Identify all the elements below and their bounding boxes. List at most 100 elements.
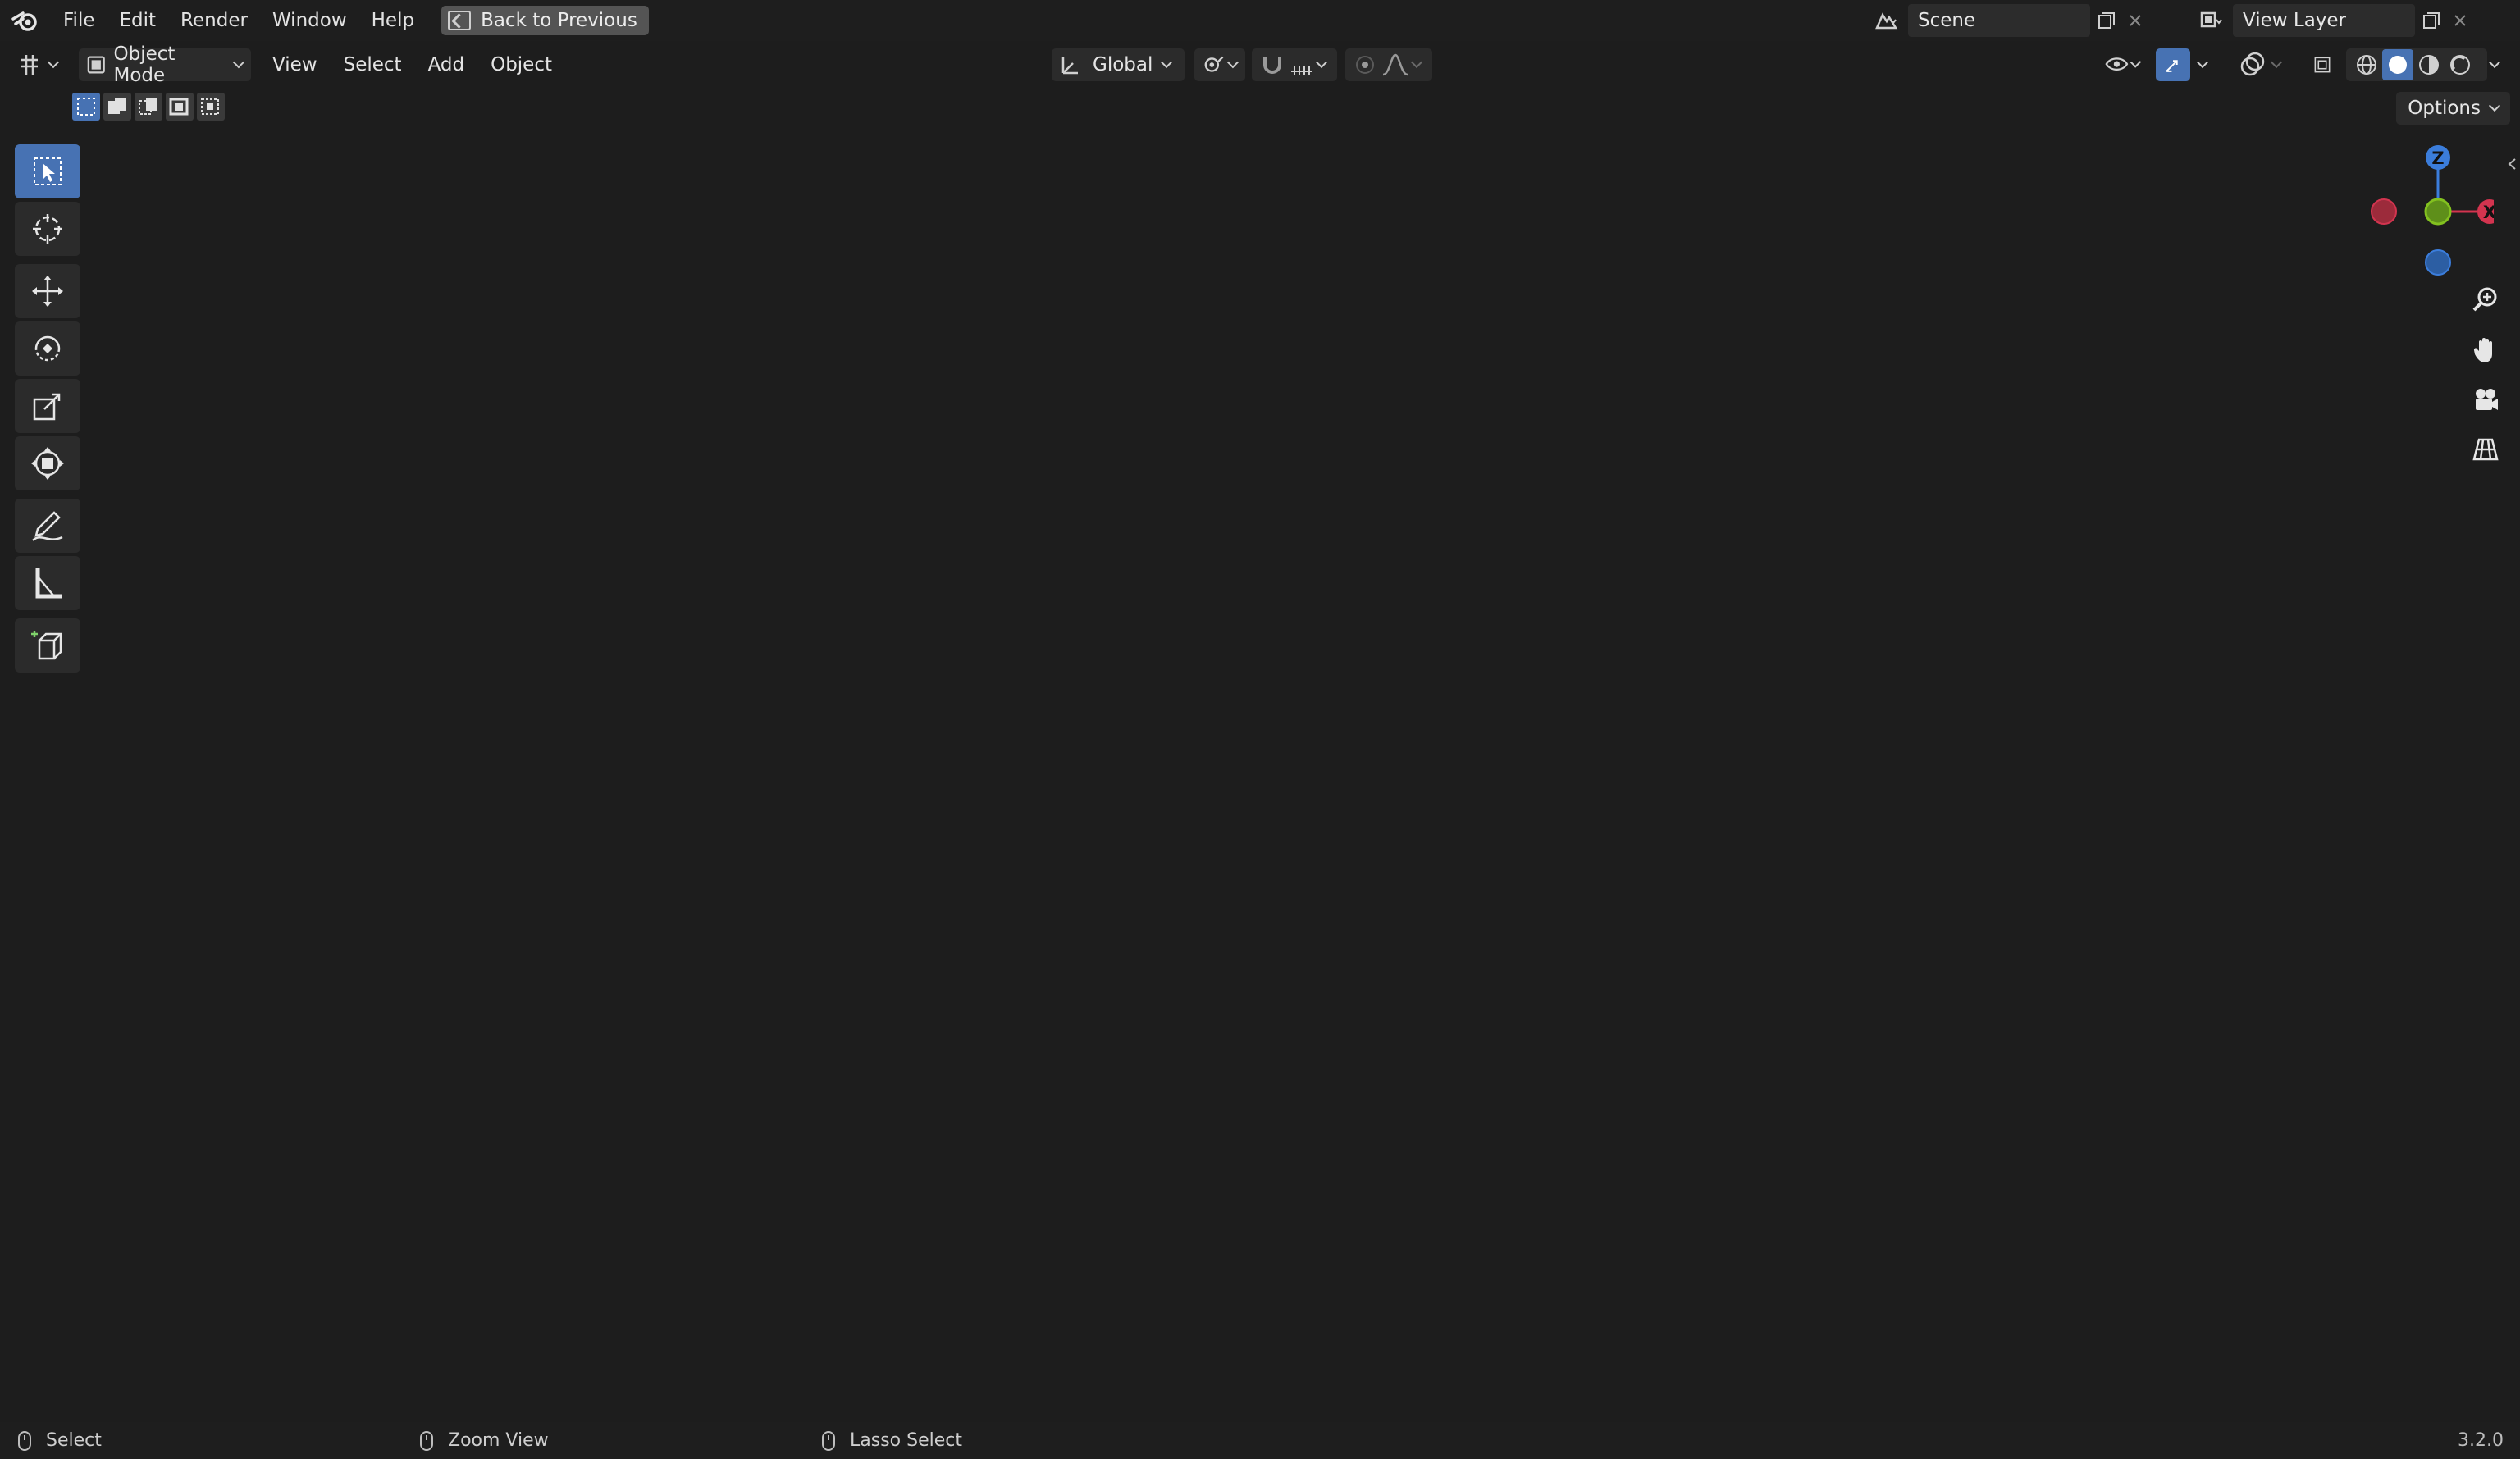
proportional-editing-controls[interactable]	[1345, 48, 1432, 81]
options-dropdown[interactable]: Options	[2396, 92, 2510, 125]
overlays-toggle[interactable]	[2231, 48, 2289, 81]
view-layer-name-field[interactable]: View Layer	[2233, 4, 2415, 37]
menu-window[interactable]: Window	[260, 0, 359, 41]
camera-view-button[interactable]	[2466, 381, 2505, 420]
chevron-down-icon	[1227, 57, 1239, 68]
top-menu-bar: File Edit Render Window Help Back to Pre…	[0, 0, 2520, 41]
select-invert-button[interactable]	[166, 93, 194, 121]
tool-move[interactable]	[15, 264, 80, 318]
gizmo-y-axis[interactable]	[2424, 198, 2452, 226]
status-zoom-label: Zoom View	[448, 1430, 549, 1451]
mouse-left-icon	[18, 1430, 31, 1451]
new-view-layer-icon[interactable]	[2415, 4, 2448, 37]
back-to-previous-button[interactable]: Back to Previous	[441, 6, 649, 35]
object-mode-label: Object Mode	[113, 43, 176, 86]
chevron-down-icon	[47, 56, 60, 69]
add-cube-icon	[31, 631, 62, 660]
chevron-down-icon	[2196, 56, 2209, 69]
camera-icon	[2476, 389, 2498, 410]
tool-cursor[interactable]	[15, 202, 80, 256]
3d-viewport-editor-icon	[21, 55, 38, 75]
xray-toggle[interactable]	[2305, 48, 2340, 81]
select-new-button[interactable]	[72, 93, 100, 121]
tool-add-cube[interactable]	[15, 618, 80, 673]
gizmo-neg-x-axis[interactable]	[2371, 198, 2397, 225]
eye-icon	[2105, 57, 2129, 71]
back-icon	[448, 11, 472, 30]
material-preview-icon	[2419, 55, 2439, 75]
menu-object[interactable]: Object	[482, 48, 560, 81]
solid-shading-button[interactable]	[2382, 49, 2413, 80]
chevron-down-icon	[1410, 56, 1423, 69]
blender-logo-icon[interactable]	[0, 0, 51, 41]
falloff-curve-icon	[1382, 53, 1408, 76]
new-scene-icon[interactable]	[2090, 4, 2123, 37]
delete-view-layer-icon[interactable]	[2448, 4, 2472, 37]
view-layer-name: View Layer	[2243, 10, 2347, 31]
gizmo-dropdown[interactable]	[2190, 48, 2218, 81]
menu-render[interactable]: Render	[168, 0, 260, 41]
menu-view[interactable]: View	[264, 48, 326, 81]
select-intersect-button[interactable]	[197, 93, 225, 121]
menu-edit[interactable]: Edit	[107, 0, 169, 41]
menu-add[interactable]: Add	[420, 48, 473, 81]
snapping-controls[interactable]	[1252, 48, 1337, 81]
3d-viewport[interactable]	[0, 44, 2520, 1422]
viewport-header: Object Mode View Select Add Object Globa…	[0, 43, 2520, 86]
proportional-editing-icon	[1356, 56, 1374, 74]
sidebar-toggle-icon[interactable]	[2507, 157, 2517, 171]
select-subtract-button[interactable]	[135, 93, 162, 121]
selectability-visibility-dropdown[interactable]	[2097, 48, 2148, 81]
chevron-down-icon	[2488, 56, 2501, 69]
chevron-down-icon	[2130, 57, 2142, 68]
view-layer-browse-icon[interactable]	[2195, 4, 2228, 37]
xray-icon	[2314, 57, 2331, 73]
zoom-magnifier-icon	[2472, 287, 2497, 312]
measure-ruler-icon	[35, 568, 62, 599]
transform-orientation-dropdown[interactable]: Global	[1052, 48, 1185, 81]
scene-browse-icon[interactable]	[1870, 4, 1903, 37]
scene-name-field[interactable]: Scene	[1908, 4, 2090, 37]
tool-measure[interactable]	[15, 556, 80, 610]
pan-view-button[interactable]	[2466, 330, 2505, 369]
menu-file[interactable]: File	[51, 0, 107, 41]
scale-icon	[33, 393, 61, 421]
tool-scale[interactable]	[15, 379, 80, 433]
gizmo-neg-z-axis[interactable]	[2425, 249, 2451, 276]
rendered-shading-button[interactable]	[2445, 49, 2476, 80]
scene-render	[0, 44, 2520, 1422]
scene-selector: Scene	[1870, 4, 2148, 37]
zoom-view-button[interactable]	[2466, 280, 2505, 320]
show-gizmo-toggle[interactable]	[2156, 48, 2190, 81]
wireframe-shading-button[interactable]	[2351, 49, 2382, 80]
teddy-bear-model[interactable]	[956, 422, 1378, 1240]
pivot-point-dropdown[interactable]	[1194, 48, 1245, 81]
object-mode-dropdown[interactable]: Object Mode	[79, 43, 251, 86]
mouse-right-icon	[822, 1430, 835, 1451]
rotate-icon	[34, 335, 61, 362]
scene-name: Scene	[1918, 10, 1976, 31]
material-preview-button[interactable]	[2413, 49, 2445, 80]
select-extend-button[interactable]	[103, 93, 131, 121]
status-select-label: Select	[46, 1430, 102, 1451]
tool-annotate[interactable]	[15, 499, 80, 553]
tool-select-box[interactable]	[15, 144, 80, 198]
menu-help[interactable]: Help	[359, 0, 427, 41]
hand-pan-icon	[2473, 338, 2492, 362]
tool-rotate[interactable]	[15, 321, 80, 376]
perspective-toggle-button[interactable]	[2466, 430, 2505, 469]
mouse-middle-icon	[420, 1430, 433, 1451]
select-new-icon	[77, 98, 95, 116]
menu-select[interactable]: Select	[336, 48, 410, 81]
rendered-shading-icon	[2450, 55, 2470, 75]
delete-scene-icon[interactable]	[2123, 4, 2148, 37]
version-label: 3.2.0	[2458, 1430, 2504, 1451]
status-middle-mouse: Zoom View	[420, 1422, 549, 1459]
tool-transform[interactable]	[15, 436, 80, 490]
status-left-mouse: Select	[18, 1422, 102, 1459]
tool-shelf	[15, 144, 80, 676]
shading-options-dropdown[interactable]	[2482, 48, 2510, 81]
navigation-gizmo[interactable]: Z X	[2362, 139, 2502, 287]
editor-type-button[interactable]	[10, 48, 67, 81]
gizmo-icon	[2166, 60, 2178, 72]
